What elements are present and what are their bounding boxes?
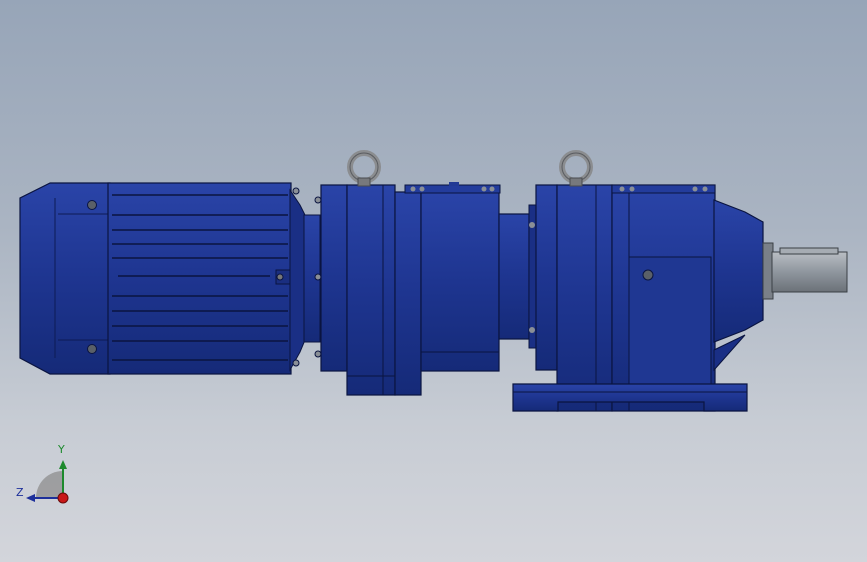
output-flange (713, 199, 764, 372)
lifting-eye-1 (347, 150, 381, 187)
y-axis-label: Y (58, 443, 65, 456)
intermediate-coupling (498, 204, 538, 349)
motor-housing (107, 182, 295, 375)
main-gear-housing (535, 184, 720, 412)
geared-motor-model[interactable] (0, 0, 867, 562)
output-shaft (762, 242, 848, 300)
lifting-eye-2 (559, 150, 593, 187)
cad-viewport[interactable]: Y Z (0, 0, 867, 562)
first-reducer-stage (320, 182, 501, 396)
z-axis-label: Z (16, 486, 24, 499)
motor-fan-cover (19, 182, 111, 375)
motor-flange (289, 187, 322, 372)
